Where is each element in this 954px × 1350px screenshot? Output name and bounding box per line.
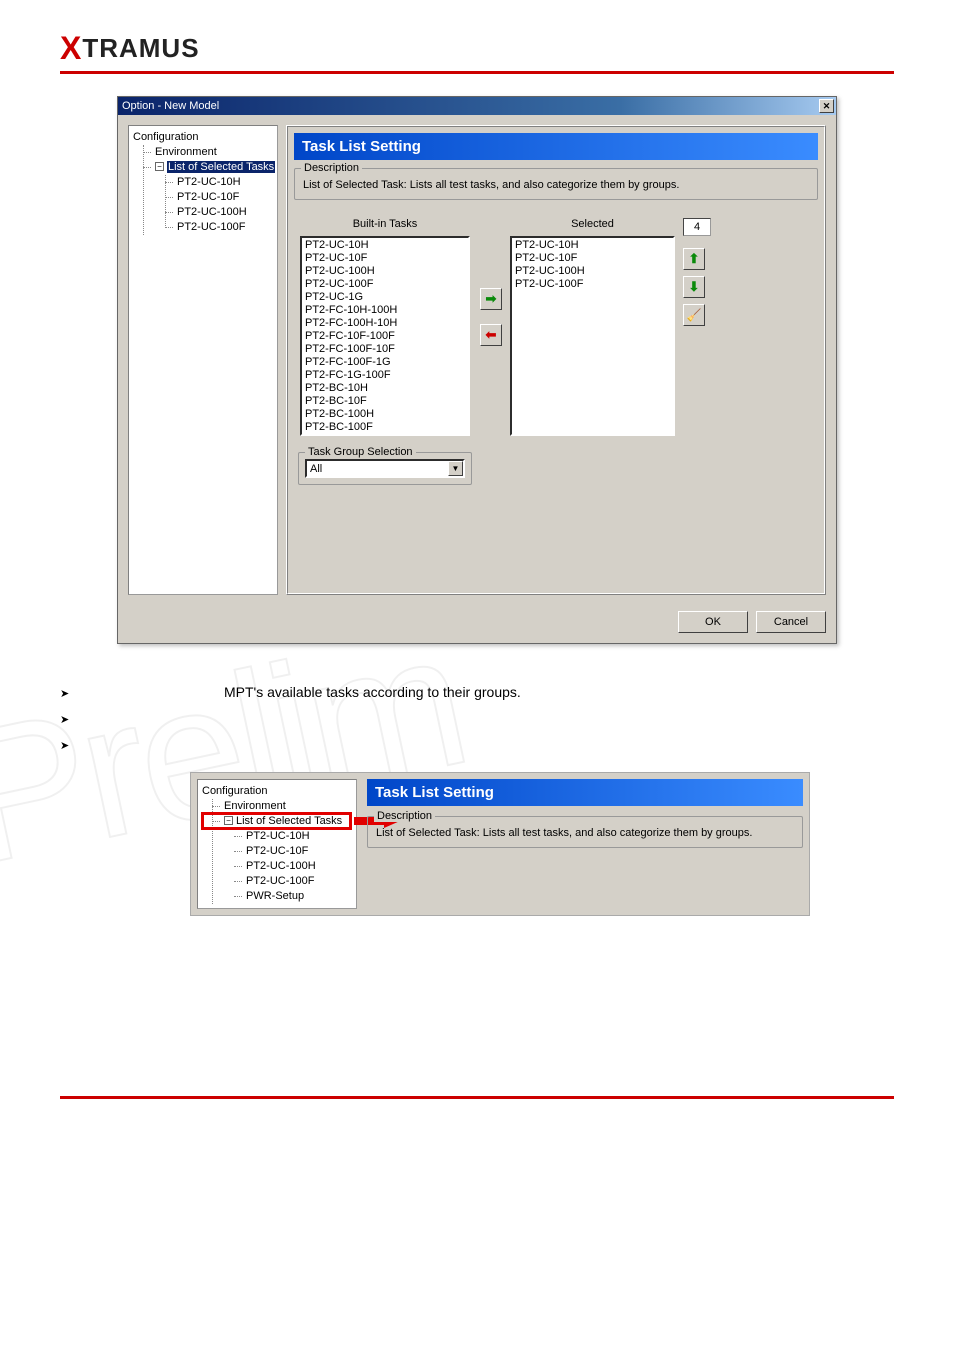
- selected-listbox[interactable]: PT2-UC-10H PT2-UC-10F PT2-UC-100H PT2-UC…: [510, 236, 675, 436]
- list-item[interactable]: PT2-UC-10H: [513, 239, 672, 252]
- bullet-text-1: MPT's available tasks according to their…: [84, 684, 894, 700]
- list-item[interactable]: PT2-BC-100H: [303, 408, 467, 421]
- close-icon[interactable]: ✕: [819, 99, 834, 113]
- description-text: List of Selected Task: Lists all test ta…: [303, 175, 809, 191]
- clear-button[interactable]: 🧹: [683, 304, 705, 326]
- tree-task-0-2[interactable]: PT2-UC-10H: [224, 829, 354, 844]
- list-item[interactable]: PT2-FC-10H-100H: [303, 304, 467, 317]
- list-item[interactable]: PT2-FC-1G-100F: [303, 369, 467, 382]
- list-item[interactable]: PT2-BC-10H: [303, 382, 467, 395]
- tree-item-list-selected-2[interactable]: −List of Selected Tasks: [202, 814, 354, 829]
- selected-label: Selected: [571, 218, 614, 230]
- tree-task-1[interactable]: PT2-UC-10F: [155, 190, 275, 205]
- cancel-button[interactable]: Cancel: [756, 611, 826, 633]
- builtin-listbox[interactable]: PT2-UC-10H PT2-UC-10F PT2-UC-100H PT2-UC…: [300, 236, 470, 436]
- move-down-button[interactable]: ⬇: [683, 276, 705, 298]
- list-item[interactable]: PT2-UC-100H: [513, 265, 672, 278]
- list-item[interactable]: PT2-UC-100H: [303, 265, 467, 278]
- tree-task-1-2[interactable]: PT2-UC-10F: [224, 844, 354, 859]
- chevron-down-icon[interactable]: ▼: [448, 461, 463, 476]
- tree-task-3-2[interactable]: PT2-UC-100F: [224, 874, 354, 889]
- tree-task-2-2[interactable]: PT2-UC-100H: [224, 859, 354, 874]
- option-dialog: Option - New Model ✕ Configuration Envir…: [117, 96, 837, 644]
- selected-count: 4: [683, 218, 711, 236]
- task-group-combo[interactable]: All ▼: [305, 459, 465, 478]
- add-button[interactable]: ➡: [480, 288, 502, 310]
- description-fieldset-2: Description List of Selected Task: Lists…: [367, 816, 803, 848]
- bullet-icon: ➤: [60, 736, 84, 752]
- bullet-icon: ➤: [60, 684, 84, 700]
- config-tree[interactable]: Configuration Environment −List of Selec…: [128, 125, 278, 595]
- list-item[interactable]: PT2-UC-100F: [303, 278, 467, 291]
- ok-button[interactable]: OK: [678, 611, 748, 633]
- footer-rule: [60, 1096, 894, 1099]
- description-legend: Description: [301, 162, 362, 174]
- list-item[interactable]: PT2-UC-10F: [303, 252, 467, 265]
- description-legend-2: Description: [374, 810, 435, 822]
- tree-root-configuration[interactable]: Configuration: [133, 130, 275, 145]
- list-item[interactable]: PT2-BC-10F: [303, 395, 467, 408]
- list-item[interactable]: PT2-BC-1G: [303, 434, 467, 436]
- config-tree-2[interactable]: Configuration Environment −List of Selec…: [197, 779, 357, 909]
- builtin-label: Built-in Tasks: [353, 218, 418, 230]
- task-group-legend: Task Group Selection: [305, 446, 416, 458]
- brand-bar: XTRAMUS: [60, 30, 894, 74]
- arrow-down-icon: ⬇: [689, 279, 700, 295]
- task-group-fieldset: Task Group Selection All ▼: [298, 452, 472, 485]
- arrow-left-icon: ⬅: [486, 327, 497, 343]
- arrow-right-icon: ➡: [486, 291, 497, 307]
- tree-task-3[interactable]: PT2-UC-100F: [155, 220, 275, 235]
- list-item[interactable]: PT2-FC-10F-100F: [303, 330, 467, 343]
- bullet-icon: ➤: [60, 710, 84, 726]
- bullet-text-3: [84, 736, 894, 752]
- tree-root-configuration-2[interactable]: Configuration: [202, 784, 354, 799]
- remove-button[interactable]: ⬅: [480, 324, 502, 346]
- window-title: Option - New Model: [122, 100, 819, 112]
- tree-item-environment-2[interactable]: Environment: [202, 799, 354, 814]
- brand-rest: TRAMUS: [82, 33, 199, 63]
- list-item[interactable]: PT2-UC-100F: [513, 278, 672, 291]
- list-item[interactable]: PT2-UC-10H: [303, 239, 467, 252]
- move-up-button[interactable]: ⬆: [683, 248, 705, 270]
- arrow-up-icon: ⬆: [689, 251, 700, 267]
- tree-task-2[interactable]: PT2-UC-100H: [155, 205, 275, 220]
- option-dialog-crop: Configuration Environment −List of Selec…: [190, 772, 810, 916]
- collapse-icon[interactable]: −: [224, 816, 233, 825]
- brand-logo: XTRAMUS: [60, 33, 200, 63]
- list-item[interactable]: PT2-FC-100F-1G: [303, 356, 467, 369]
- brand-x: X: [60, 30, 82, 66]
- list-item[interactable]: PT2-UC-1G: [303, 291, 467, 304]
- description-fieldset: Description List of Selected Task: Lists…: [294, 168, 818, 200]
- list-item[interactable]: PT2-FC-100F-10F: [303, 343, 467, 356]
- clear-icon: 🧹: [687, 308, 702, 322]
- tree-item-list-selected[interactable]: −List of Selected Tasks: [133, 160, 275, 175]
- bullet-text-2: [84, 710, 894, 726]
- list-item[interactable]: PT2-BC-100F: [303, 421, 467, 434]
- banner-title: Task List Setting: [294, 133, 818, 160]
- description-text-2: List of Selected Task: Lists all test ta…: [376, 823, 794, 839]
- task-group-value: All: [307, 463, 448, 475]
- tree-task-0[interactable]: PT2-UC-10H: [155, 175, 275, 190]
- tree-task-4-2[interactable]: PWR-Setup: [224, 889, 354, 904]
- banner-title-2: Task List Setting: [367, 779, 803, 806]
- right-panel: Task List Setting Description List of Se…: [286, 125, 826, 595]
- list-item[interactable]: PT2-UC-10F: [513, 252, 672, 265]
- list-item[interactable]: PT2-FC-100H-10H: [303, 317, 467, 330]
- collapse-icon[interactable]: −: [155, 162, 164, 171]
- tree-item-environment[interactable]: Environment: [133, 145, 275, 160]
- titlebar: Option - New Model ✕: [118, 97, 836, 115]
